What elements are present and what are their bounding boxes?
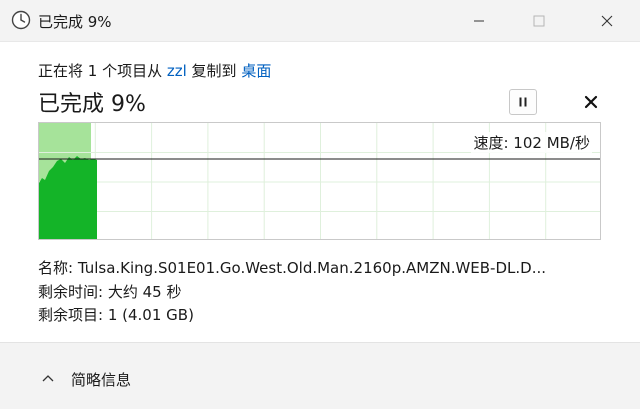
maximize-button[interactable] (516, 0, 562, 42)
maximize-icon (533, 15, 545, 27)
close-icon (584, 95, 598, 109)
copy-middle-text: 复制到 (186, 62, 242, 80)
close-icon (601, 15, 613, 27)
copy-prefix-text: 正在将 1 个项目从 (38, 62, 167, 80)
minimize-button[interactable] (456, 0, 502, 42)
clock-icon (11, 10, 31, 30)
transfer-details: 名称: Tulsa.King.S01E01.Go.West.Old.Man.21… (38, 257, 598, 328)
progress-title: 已完成 9% (38, 92, 146, 117)
copy-progress-panel: 正在将 1 个项目从 zzl 复制到 桌面 已完成 9% 速度: 102 MB/… (0, 42, 640, 342)
destination-folder-link[interactable]: 桌面 (241, 62, 271, 80)
window-title: 已完成 9% (38, 13, 112, 31)
items-remaining-label: 剩余项目: (38, 306, 108, 324)
chevron-up-icon (42, 375, 54, 382)
time-remaining-value: 大约 45 秒 (107, 282, 182, 301)
pause-button[interactable] (509, 89, 537, 115)
fewer-details-button[interactable]: 简略信息 (40, 367, 131, 391)
fewer-details-label: 简略信息 (71, 370, 132, 389)
items-remaining-value: 1 (4.01 GB) (107, 306, 194, 324)
time-remaining-row: 剩余时间: 大约 45 秒 (38, 281, 598, 305)
copy-description: 正在将 1 个项目从 zzl 复制到 桌面 (38, 60, 271, 81)
close-window-button[interactable] (584, 0, 630, 42)
minimize-icon (474, 20, 484, 22)
cancel-copy-button[interactable] (578, 89, 604, 115)
file-name-row: 名称: Tulsa.King.S01E01.Go.West.Old.Man.21… (38, 257, 598, 281)
speed-label: 速度: 102 MB/秒 (471, 132, 592, 153)
source-folder-link[interactable]: zzl (167, 62, 187, 80)
transfer-speed-graph: 速度: 102 MB/秒 (38, 122, 601, 240)
pause-icon (519, 97, 527, 107)
items-remaining-row: 剩余项目: 1 (4.01 GB) (38, 304, 598, 328)
file-name-value: Tulsa.King.S01E01.Go.West.Old.Man.2160p.… (77, 259, 546, 277)
file-name-label: 名称: (38, 259, 78, 277)
title-bar: 已完成 9% (0, 0, 640, 42)
dialog-footer: 简略信息 (0, 342, 640, 409)
time-remaining-label: 剩余时间: (38, 282, 108, 301)
